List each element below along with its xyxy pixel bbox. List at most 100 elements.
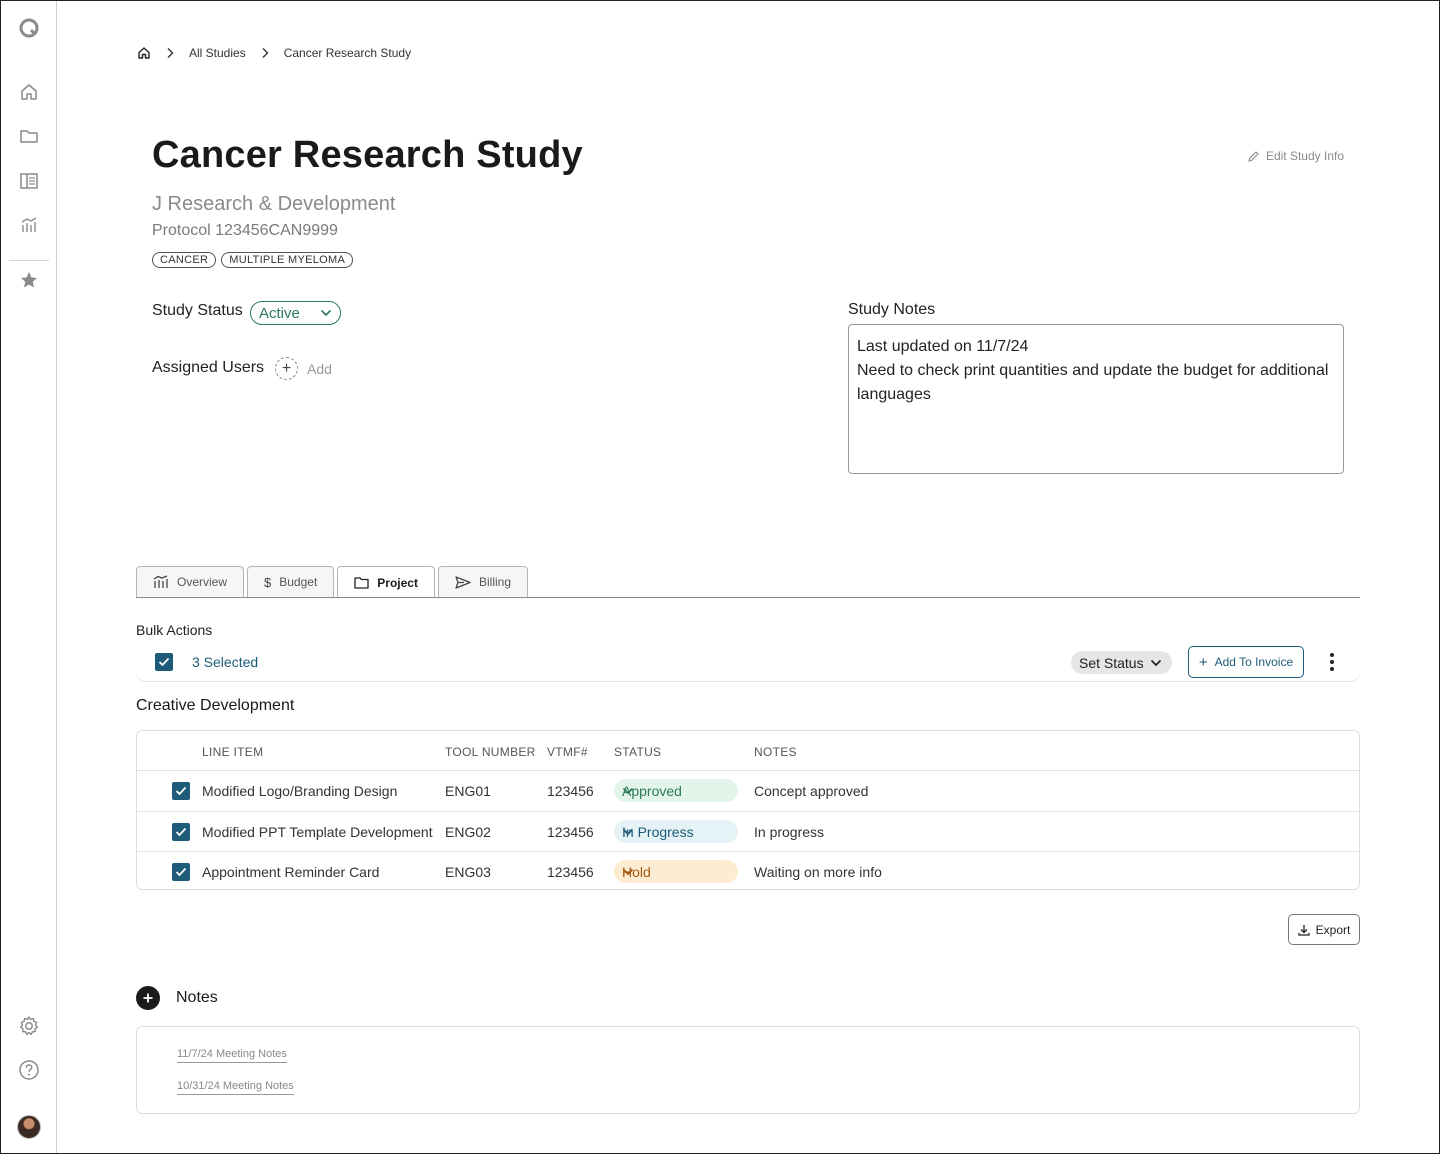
analytics-icon	[153, 575, 169, 589]
user-avatar[interactable]	[17, 1115, 41, 1139]
checkmark-icon	[175, 827, 187, 837]
column-header-status[interactable]: STATUS	[614, 745, 661, 759]
tab-budget-label: Budget	[279, 575, 318, 589]
tool-number: ENG02	[445, 824, 491, 840]
set-status-label: Set Status	[1079, 654, 1144, 671]
add-user-button[interactable]: + Add	[275, 357, 332, 380]
chevron-down-icon	[1150, 659, 1162, 667]
chevron-down-icon	[622, 868, 634, 876]
add-to-invoice-label: Add To Invoice	[1214, 655, 1294, 669]
chevron-down-icon	[622, 828, 634, 836]
tag-cancer: CANCER	[152, 252, 217, 268]
selected-count: 3 Selected	[192, 654, 259, 670]
plus-icon: +	[1198, 653, 1208, 671]
logo-icon[interactable]	[17, 16, 41, 40]
analytics-icon[interactable]	[17, 213, 41, 237]
notes-section-title: Notes	[176, 989, 218, 1006]
bulk-actions-bar: 3 Selected Set Status + Add To Invoice	[136, 642, 1360, 682]
row-notes: Waiting on more info	[754, 864, 882, 880]
studies-list-icon[interactable]	[17, 169, 41, 193]
edit-study-info-button[interactable]: Edit Study Info	[1247, 149, 1344, 163]
add-note-button[interactable]	[136, 986, 160, 1010]
column-header-tool-number[interactable]: TOOL NUMBER	[445, 745, 536, 759]
home-icon[interactable]	[137, 46, 151, 60]
chevron-down-icon	[320, 309, 332, 317]
tab-overview-label: Overview	[177, 575, 228, 589]
tool-number: ENG03	[445, 864, 491, 880]
export-label: Export	[1315, 922, 1351, 937]
folder-icon[interactable]	[17, 124, 41, 148]
row-status-select[interactable]: Approved	[614, 779, 738, 802]
settings-icon[interactable]	[17, 1014, 41, 1038]
line-item-name: Appointment Reminder Card	[202, 864, 380, 880]
row-checkbox[interactable]	[172, 782, 190, 800]
help-icon[interactable]	[17, 1058, 41, 1082]
bulk-actions-label: Bulk Actions	[136, 622, 213, 638]
note-link[interactable]: 10/31/24 Meeting Notes	[177, 1080, 294, 1095]
row-notes: Concept approved	[754, 783, 869, 799]
line-item-name: Modified Logo/Branding Design	[202, 783, 398, 799]
vtmf-number: 123456	[547, 783, 594, 799]
plus-icon	[143, 993, 153, 1003]
vtmf-number: 123456	[547, 864, 594, 880]
table-row: Modified Logo/Branding Design ENG01 1234…	[137, 771, 1359, 811]
protocol-number: Protocol 123456CAN9999	[152, 222, 338, 239]
select-all-checkbox[interactable]	[155, 653, 173, 671]
tab-project-label: Project	[377, 575, 418, 590]
tab-billing[interactable]: Billing	[437, 566, 528, 597]
tab-project[interactable]: Project	[337, 566, 435, 598]
study-notes-updated: Last updated on 11/7/24	[857, 338, 1029, 355]
tab-overview[interactable]: Overview	[136, 566, 245, 597]
column-header-notes[interactable]: NOTES	[754, 745, 797, 759]
add-to-invoice-button[interactable]: + Add To Invoice	[1188, 646, 1304, 678]
note-link[interactable]: 11/7/24 Meeting Notes	[177, 1048, 287, 1063]
row-notes: In progress	[754, 824, 825, 840]
row-status-select[interactable]: In Progress	[614, 820, 738, 843]
column-header-vtmf[interactable]: VTMF#	[547, 745, 588, 759]
row-checkbox[interactable]	[172, 863, 190, 881]
checkmark-icon	[158, 657, 170, 667]
study-notes-label: Study Notes	[848, 301, 936, 318]
download-icon	[1298, 924, 1310, 936]
section-title: Creative Development	[136, 697, 295, 714]
chevron-right-icon	[165, 47, 175, 59]
dollar-icon: $	[264, 574, 272, 590]
line-items-table: LINE ITEM TOOL NUMBER VTMF# STATUS NOTES…	[136, 730, 1360, 890]
tag-list: CANCER MULTIPLE MYELOMA	[152, 252, 354, 268]
tag-multiple-myeloma: MULTIPLE MYELOMA	[221, 252, 354, 268]
breadcrumb-current[interactable]: Cancer Research Study	[284, 46, 411, 60]
export-button[interactable]: Export	[1288, 914, 1360, 945]
study-status-select[interactable]: Active	[250, 301, 341, 325]
row-status-select[interactable]: Hold	[614, 860, 738, 883]
more-options-icon[interactable]	[1322, 652, 1342, 672]
tab-bar: Overview $ Budget Project Billing	[136, 566, 528, 598]
tab-budget[interactable]: $ Budget	[247, 566, 335, 597]
breadcrumb: All Studies Cancer Research Study	[137, 44, 411, 62]
folder-icon	[354, 576, 369, 589]
line-item-name: Modified PPT Template Development	[202, 824, 433, 840]
assigned-users-label: Assigned Users	[152, 359, 265, 376]
row-checkbox[interactable]	[172, 823, 190, 841]
study-status-label: Study Status	[152, 302, 243, 319]
study-notes-textarea[interactable]: Last updated on 11/7/24 Need to check pr…	[848, 324, 1344, 474]
checkmark-icon	[175, 786, 187, 796]
chevron-right-icon	[260, 47, 270, 59]
home-icon[interactable]	[17, 80, 41, 104]
sidebar	[1, 1, 57, 1153]
table-row: Modified PPT Template Development ENG02 …	[137, 811, 1359, 851]
page-title: Cancer Research Study	[152, 134, 583, 176]
breadcrumb-all-studies[interactable]: All Studies	[189, 46, 246, 60]
column-header-line-item[interactable]: LINE ITEM	[202, 745, 263, 759]
set-status-dropdown[interactable]: Set Status	[1071, 651, 1172, 674]
star-icon[interactable]	[17, 268, 41, 292]
add-user-label: Add	[307, 360, 332, 377]
checkmark-icon	[175, 867, 187, 877]
tool-number: ENG01	[445, 783, 491, 799]
sponsor-name: J Research & Development	[152, 193, 396, 215]
vtmf-number: 123456	[547, 824, 594, 840]
study-notes-body: Need to check print quantities and updat…	[857, 362, 1329, 403]
tab-divider	[136, 597, 1360, 598]
sidebar-divider	[9, 260, 49, 261]
edit-study-info-label: Edit Study Info	[1265, 149, 1344, 163]
study-status-value: Active	[259, 304, 300, 322]
